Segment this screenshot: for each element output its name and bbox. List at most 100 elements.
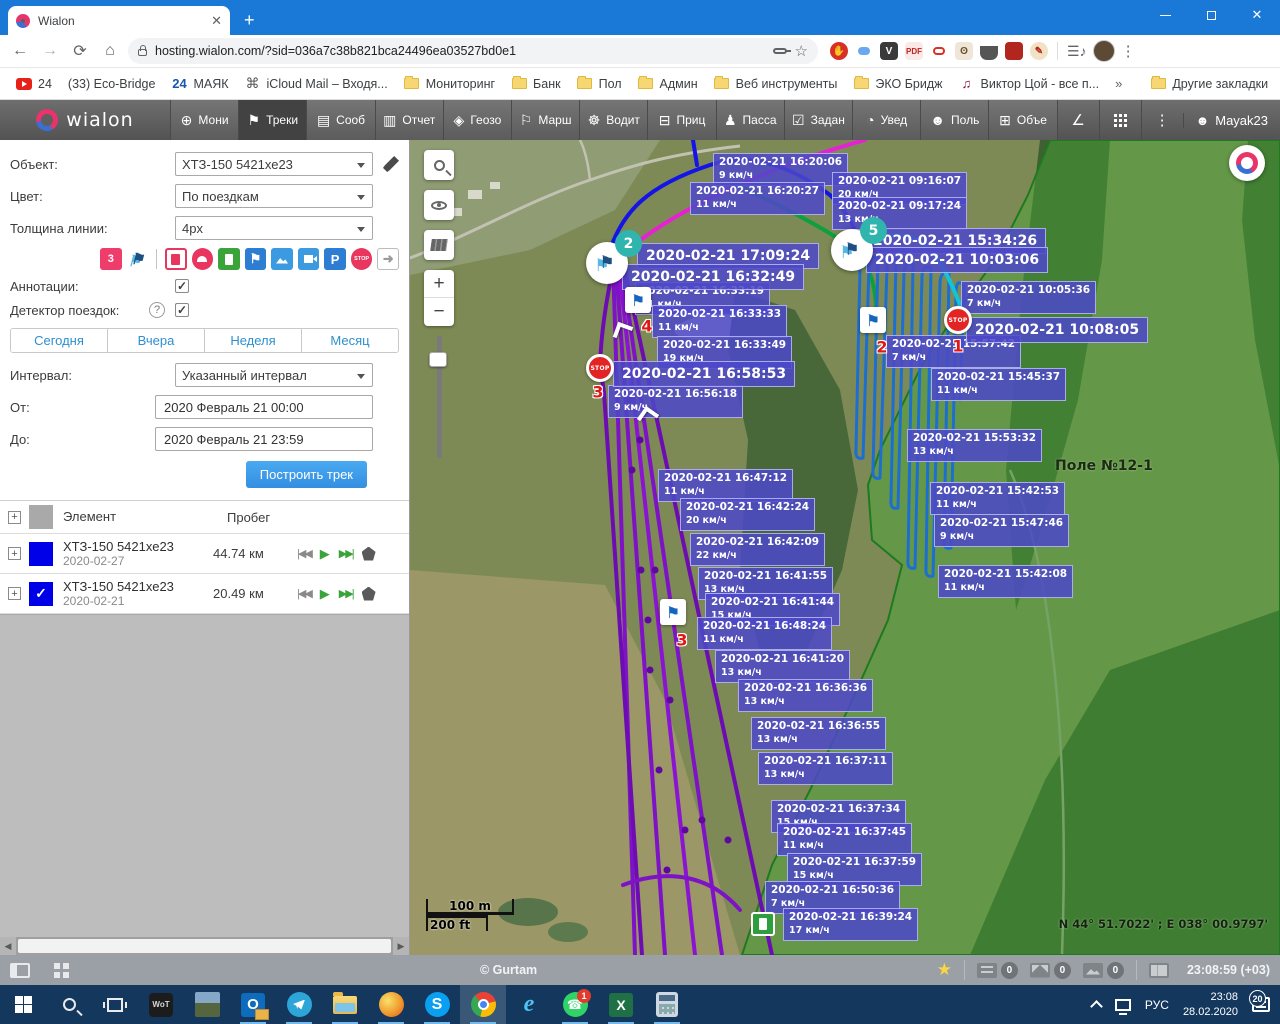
more-tools-icon[interactable]: ⋮: [1141, 100, 1183, 140]
bottom-grid-icon[interactable]: [54, 963, 69, 978]
language-indicator[interactable]: РУС: [1145, 998, 1169, 1012]
map[interactable]: 2020-02-21 16:20:069 км/ч2020-02-21 16:2…: [410, 140, 1280, 955]
media-controls-icon[interactable]: ☰♪: [1067, 43, 1087, 60]
build-track-button[interactable]: Построить трек: [246, 461, 367, 488]
annotations-checkbox[interactable]: ✓: [175, 279, 189, 293]
taskbar-explorer-icon[interactable]: [322, 985, 368, 1024]
tab-геозо[interactable]: ◈Геозо: [443, 100, 511, 140]
bookmark-item[interactable]: Банк: [505, 73, 567, 95]
from-input[interactable]: 2020 Февраль 21 00:00: [155, 395, 373, 419]
password-key-icon[interactable]: [773, 48, 787, 54]
period-вчера[interactable]: Вчера: [107, 329, 204, 352]
ext-cloud-icon[interactable]: [855, 42, 873, 60]
ext-cup-icon[interactable]: [980, 46, 998, 60]
tab-приц[interactable]: ⊟Приц: [647, 100, 715, 140]
play-track-icon[interactable]: ▶: [320, 586, 330, 602]
close-button[interactable]: ✕: [1234, 0, 1280, 30]
scroll-right-icon[interactable]: ▶: [393, 937, 409, 955]
color-select[interactable]: По поездкам: [175, 184, 373, 208]
cluster-marker[interactable]: ⚑5: [831, 229, 873, 271]
network-icon[interactable]: [1115, 999, 1131, 1011]
geofence-from-track-icon[interactable]: [362, 547, 376, 561]
bookmark-item[interactable]: Веб инструменты: [708, 73, 844, 95]
horizontal-scrollbar[interactable]: ◀ ▶: [0, 937, 409, 955]
expand-row-icon[interactable]: +: [8, 587, 21, 600]
taskbar-calculator-icon[interactable]: [644, 985, 690, 1024]
user-menu[interactable]: ☻ Mayak23: [1183, 113, 1280, 128]
video-icon[interactable]: [298, 248, 320, 270]
taskbar-game-icon[interactable]: [184, 985, 230, 1024]
table-row[interactable]: +ХТЗ-150 5421хе232020-02-2744.74 км|◀◀▶▶…: [0, 534, 409, 574]
action-center-icon[interactable]: 20: [1252, 997, 1270, 1012]
scroll-left-icon[interactable]: ◀: [0, 937, 16, 955]
interval-select[interactable]: Указанный интервал: [175, 363, 373, 387]
reload-icon[interactable]: ⟳: [68, 39, 92, 63]
taskbar-firefox-icon[interactable]: [368, 985, 414, 1024]
taskbar-excel-icon[interactable]: X: [598, 985, 644, 1024]
line-width-select[interactable]: 4px: [175, 216, 373, 240]
tray-chevron-icon[interactable]: [1090, 1000, 1103, 1013]
events-flags-icon[interactable]: ⚑: [127, 248, 149, 270]
object-select[interactable]: ХТЗ-150 5421хе23: [175, 152, 373, 176]
tab-пасса[interactable]: ♟Пасса: [716, 100, 784, 140]
bookmark-item[interactable]: (33) Eco-Bridge: [62, 74, 162, 94]
bookmark-item[interactable]: Пол: [571, 73, 628, 95]
period-месяц[interactable]: Месяц: [301, 329, 398, 352]
taskbar-outlook-icon[interactable]: O: [230, 985, 276, 1024]
favorites-star-icon[interactable]: ★: [937, 960, 952, 980]
tab-сооб[interactable]: ▤Сооб: [306, 100, 374, 140]
trip-detector-checkbox[interactable]: ✓: [175, 303, 189, 317]
taskbar-skype-icon[interactable]: S: [414, 985, 460, 1024]
zoom-slider-handle[interactable]: [429, 352, 447, 367]
to-input[interactable]: 2020 Февраль 21 23:59: [155, 427, 373, 451]
bookmarks-overflow-icon[interactable]: »: [1109, 76, 1128, 91]
map-layers-button[interactable]: [424, 230, 454, 260]
minimize-button[interactable]: [1142, 0, 1188, 30]
tab-марш[interactable]: ⚐Марш: [511, 100, 579, 140]
wrench-icon[interactable]: [383, 156, 399, 172]
layout-icon[interactable]: [1149, 963, 1169, 978]
ext-dog-icon[interactable]: ʘ: [955, 42, 973, 60]
taskbar-ie-icon[interactable]: e: [506, 985, 552, 1024]
taskbar-whatsapp-icon[interactable]: ☎1: [552, 985, 598, 1024]
tab-close-icon[interactable]: ✕: [211, 13, 222, 29]
track-swatch[interactable]: [29, 542, 53, 566]
profile-avatar[interactable]: [1093, 40, 1115, 62]
bookmark-item[interactable]: 24: [10, 73, 58, 95]
taskbar-wot-icon[interactable]: WoT: [138, 985, 184, 1024]
bookmark-item[interactable]: ⌘iCloud Mail – Входя...: [239, 73, 394, 95]
ext-v-icon[interactable]: V: [880, 42, 898, 60]
bookmark-star-icon[interactable]: ☆: [795, 42, 808, 60]
expand-row-icon[interactable]: +: [8, 547, 21, 560]
new-tab-button[interactable]: +: [244, 10, 255, 31]
toggle-panel-icon[interactable]: [10, 963, 30, 978]
cluster-marker[interactable]: ⚑2: [586, 242, 628, 284]
arrow-icon[interactable]: ➜: [377, 248, 399, 270]
track-swatch-checked[interactable]: ✓: [29, 582, 53, 606]
tab-поль[interactable]: ☻Поль: [920, 100, 988, 140]
bookmark-item[interactable]: 24МАЯК: [165, 73, 234, 95]
fuel-station-marker[interactable]: [751, 912, 775, 936]
flag-marker[interactable]: ⚑: [860, 307, 886, 333]
fuel-station-icon[interactable]: [218, 248, 240, 270]
geofence-from-track-icon[interactable]: [362, 587, 376, 601]
tab-задан[interactable]: ☑Задан: [784, 100, 852, 140]
prev-point-icon[interactable]: |◀◀: [297, 587, 311, 600]
tab-отчет[interactable]: ▥Отчет: [375, 100, 443, 140]
scrollbar-thumb[interactable]: [18, 939, 391, 953]
browser-tab[interactable]: Wialon ✕: [8, 6, 230, 35]
ext-adblock-icon[interactable]: ✋: [830, 42, 848, 60]
period-неделя[interactable]: Неделя: [204, 329, 301, 352]
media-counter[interactable]: 0: [1083, 962, 1124, 979]
stop-icon[interactable]: STOP: [351, 248, 373, 270]
flag-marker[interactable]: ⚑: [625, 287, 651, 313]
ext-red-icon[interactable]: [1005, 42, 1023, 60]
address-bar[interactable]: hosting.wialon.com/?sid=036a7c38b821bca2…: [128, 38, 818, 64]
maximize-button[interactable]: [1188, 0, 1234, 30]
stop-marker[interactable]: STOP: [586, 354, 614, 382]
expand-all-icon[interactable]: +: [8, 511, 21, 524]
apps-grid-icon[interactable]: [1099, 100, 1141, 140]
fuel-theft-icon[interactable]: [165, 248, 187, 270]
ext-cloud-outline-icon[interactable]: [930, 42, 948, 60]
ruler-icon[interactable]: ∠: [1057, 100, 1099, 140]
